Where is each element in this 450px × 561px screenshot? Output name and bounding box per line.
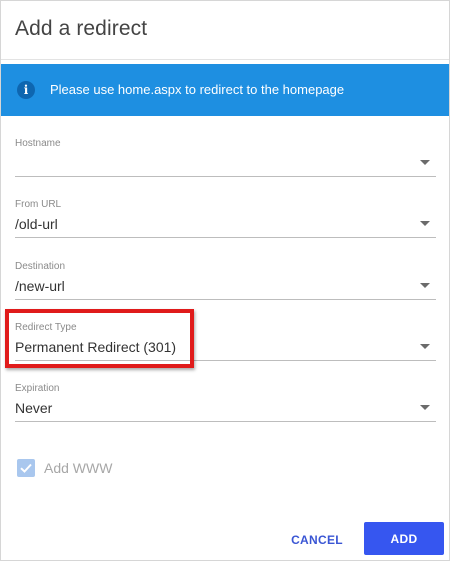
from-url-select[interactable]: From URL /old-url — [15, 199, 436, 238]
redirect-type-label: Redirect Type — [15, 322, 77, 333]
chevron-down-icon[interactable] — [420, 405, 430, 410]
dialog-title: Add a redirect — [15, 17, 148, 40]
hostname-select[interactable]: Hostname — [15, 138, 436, 177]
add-button[interactable]: ADD — [364, 522, 444, 555]
cancel-button[interactable]: CANCEL — [283, 523, 351, 555]
chevron-down-icon[interactable] — [420, 160, 430, 165]
chevron-down-icon[interactable] — [420, 221, 430, 226]
destination-label: Destination — [15, 261, 66, 272]
chevron-down-icon[interactable] — [420, 283, 430, 288]
add-redirect-dialog: Add a redirect i Please use home.aspx to… — [0, 0, 450, 561]
checkmark-icon — [20, 463, 32, 473]
expiration-value: Never — [15, 400, 53, 416]
destination-select[interactable]: Destination /new-url — [15, 261, 436, 300]
info-banner-text: Please use home.aspx to redirect to the … — [50, 82, 345, 97]
from-url-label: From URL — [15, 199, 62, 210]
expiration-label: Expiration — [15, 383, 60, 394]
info-icon: i — [17, 81, 35, 99]
redirect-type-select[interactable]: Redirect Type Permanent Redirect (301) — [15, 322, 436, 361]
from-url-value: /old-url — [15, 216, 58, 232]
dialog-header: Add a redirect — [1, 1, 449, 60]
info-banner: i Please use home.aspx to redirect to th… — [1, 64, 449, 116]
chevron-down-icon[interactable] — [420, 344, 430, 349]
add-www-checkbox[interactable] — [17, 459, 35, 477]
expiration-select[interactable]: Expiration Never — [15, 383, 436, 422]
add-www-label: Add WWW — [44, 460, 113, 476]
redirect-type-value: Permanent Redirect (301) — [15, 339, 177, 355]
destination-value: /new-url — [15, 278, 65, 294]
hostname-label: Hostname — [15, 138, 61, 149]
